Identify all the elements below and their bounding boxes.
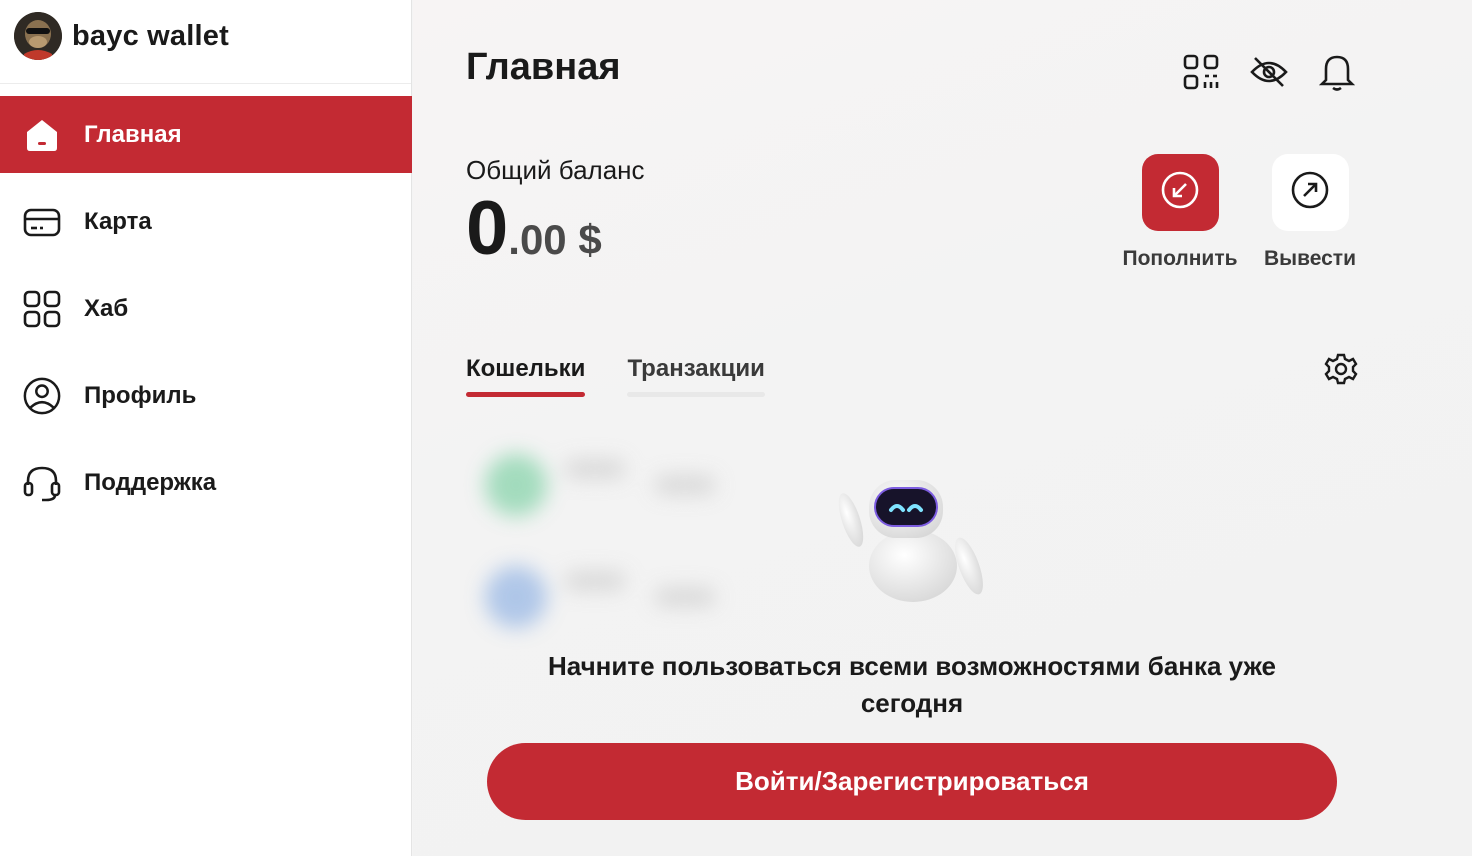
withdraw-label: Вывести: [1263, 247, 1356, 270]
sidebar-item-home[interactable]: Главная: [0, 96, 412, 173]
brand-logo: [14, 11, 62, 60]
tabs: Кошельки Транзакции: [466, 355, 807, 397]
balance-decimal: .00 $: [508, 216, 602, 263]
sidebar: bayc wallet Главная Карта Хаб Профиль По…: [0, 0, 412, 856]
bell-icon[interactable]: [1315, 50, 1359, 94]
tab-wallets[interactable]: Кошельки: [466, 355, 586, 397]
sidebar-item-support[interactable]: Поддержка: [0, 444, 412, 521]
brand[interactable]: bayc wallet: [0, 0, 411, 84]
balance-integer: 0: [466, 186, 509, 271]
sidebar-item-label: Главная: [84, 120, 182, 148]
sidebar-item-label: Поддержка: [84, 468, 217, 496]
page-title: Главная: [466, 46, 621, 88]
balance-label: Общий баланс: [466, 155, 645, 185]
sidebar-nav: Главная Карта Хаб Профиль Поддержка: [0, 96, 412, 531]
withdraw-icon-wrap[interactable]: [1271, 154, 1349, 231]
eye-off-icon[interactable]: [1247, 50, 1291, 94]
sidebar-item-hub[interactable]: Хаб: [0, 270, 412, 347]
topup-icon-wrap[interactable]: [1141, 154, 1219, 231]
balance-value: 0.00 $: [466, 185, 602, 272]
sidebar-item-label: Хаб: [84, 294, 129, 322]
sidebar-item-profile[interactable]: Профиль: [0, 357, 412, 434]
qr-code-icon[interactable]: [1179, 50, 1223, 94]
grid-icon: [22, 289, 62, 329]
topup-label: Пополнить: [1122, 247, 1238, 270]
arrow-down-left-icon: [1160, 170, 1200, 215]
main-content: Главная Общий баланс 0.00 $ Пополнить Вы…: [413, 0, 1472, 856]
gear-icon[interactable]: [1324, 352, 1358, 386]
home-icon: [22, 115, 62, 155]
profile-icon: [22, 376, 62, 416]
header-actions: [1179, 50, 1383, 94]
cta-message: Начните пользоваться всеми возможностями…: [547, 651, 1277, 718]
arrow-up-right-icon: [1290, 170, 1330, 215]
brand-name: bayc wallet: [72, 20, 229, 52]
sidebar-item-label: Карта: [84, 207, 152, 235]
headset-icon: [22, 463, 62, 503]
login-register-button[interactable]: Войти/Зарегистрироваться: [487, 743, 1337, 820]
sidebar-item-label: Профиль: [84, 381, 197, 409]
topup-button[interactable]: Пополнить: [1115, 154, 1245, 271]
card-icon: [22, 202, 62, 242]
withdraw-button[interactable]: Вывести: [1245, 154, 1375, 271]
tab-transactions[interactable]: Транзакции: [627, 355, 766, 397]
sidebar-item-card[interactable]: Карта: [0, 183, 412, 260]
robot-illustration: [833, 478, 993, 603]
